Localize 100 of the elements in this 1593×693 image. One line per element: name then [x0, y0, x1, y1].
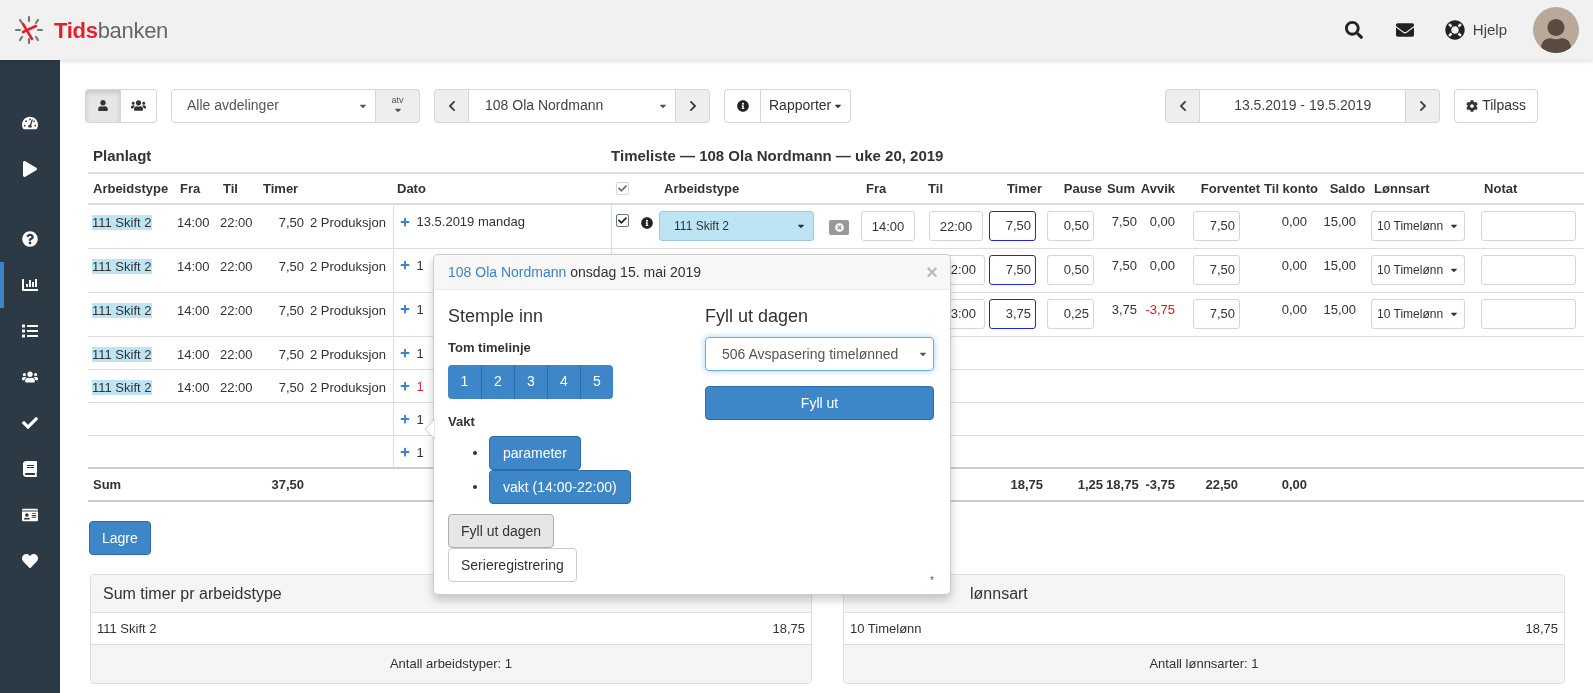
- section-heading: Stemple inn: [448, 305, 544, 327]
- person-icon: [98, 100, 108, 111]
- shift-button[interactable]: parameter: [489, 436, 581, 470]
- info-icon: [736, 99, 749, 112]
- pause-field[interactable]: 0,50: [1047, 254, 1095, 285]
- table-cell: 22:00: [220, 215, 253, 230]
- lifebuoy-icon[interactable]: [1444, 20, 1465, 40]
- sum-value: 37,50: [271, 476, 304, 492]
- book-icon: [22, 461, 38, 477]
- note-field[interactable]: [1481, 211, 1577, 241]
- avatar[interactable]: [1533, 7, 1579, 53]
- view-toggle-button[interactable]: [121, 88, 157, 123]
- reports-dropdown[interactable]: Rapporter: [761, 88, 852, 123]
- pause-field[interactable]: 0,50: [1047, 211, 1095, 241]
- employee-link[interactable]: 108 Ola Nordmann: [448, 261, 567, 283]
- table-cell: 14:00: [177, 379, 210, 395]
- column-header: Lønnsart: [1374, 180, 1430, 196]
- timeline-button[interactable]: 4: [547, 364, 580, 399]
- table-cell: 7,50: [278, 346, 304, 362]
- expected-field[interactable]: 7,50: [1193, 254, 1241, 285]
- hours-field[interactable]: 7,50: [989, 254, 1037, 285]
- panel-title: Sum timer pr arbeidstype: [103, 583, 282, 604]
- save-button[interactable]: Lagre: [89, 521, 151, 555]
- help-link[interactable]: Hjelp: [1472, 18, 1507, 42]
- column-header: Notat: [1484, 180, 1518, 196]
- hours-field[interactable]: 7,50: [989, 211, 1037, 241]
- wage-type-select[interactable]: 10 Timelønn: [1371, 298, 1466, 329]
- sum-value: 18,75: [1106, 476, 1139, 492]
- shift-button[interactable]: vakt (14:00-22:00): [489, 470, 631, 504]
- panel-row-label: 10 Timelønn: [850, 619, 922, 638]
- info-button[interactable]: [724, 88, 761, 123]
- timeline-button[interactable]: 2: [481, 364, 514, 399]
- timeline-button[interactable]: 1: [448, 364, 481, 399]
- table-cell: 0,00: [1281, 214, 1308, 229]
- sum-value: 1,25: [1077, 476, 1104, 492]
- table-cell: 14:00: [177, 258, 210, 274]
- pause-field[interactable]: 0,25: [1047, 298, 1095, 329]
- table-cell: 15,00: [1323, 214, 1357, 229]
- date-range-field[interactable]: 13.5.2019 - 19.5.2019: [1200, 88, 1406, 123]
- fill-day-button[interactable]: Fyll ut dagen: [448, 514, 555, 548]
- add-icon[interactable]: [399, 260, 410, 271]
- delete-button[interactable]: [829, 220, 850, 235]
- work-type-select[interactable]: 111 Skift 2: [659, 211, 815, 241]
- customize-button[interactable]: Tilpass: [1454, 88, 1538, 123]
- from-field[interactable]: 14:00: [861, 211, 916, 241]
- table-cell: 7,50: [1111, 257, 1138, 273]
- add-icon[interactable]: [399, 381, 410, 392]
- hours-field[interactable]: 3,75: [989, 298, 1037, 329]
- next-button[interactable]: [675, 88, 710, 123]
- search-icon[interactable]: [1344, 21, 1363, 39]
- previous-button[interactable]: [434, 88, 469, 123]
- section-heading: Fyll ut dagen: [705, 305, 810, 327]
- add-icon[interactable]: [399, 304, 410, 315]
- add-icon[interactable]: [399, 447, 410, 458]
- atv-button[interactable]: atv: [376, 88, 420, 123]
- logo-text: Tidsbanken: [54, 16, 169, 45]
- chevron-right-icon: [1417, 99, 1428, 112]
- table-cell: 14:00: [177, 215, 210, 230]
- column-header: Fra: [180, 180, 201, 196]
- to-field[interactable]: 22:00: [929, 211, 984, 241]
- add-icon[interactable]: [399, 348, 410, 359]
- date-text: 1: [416, 410, 424, 429]
- table-cell: 22:00: [220, 346, 253, 362]
- dashboard-icon: [22, 115, 38, 131]
- checkbox[interactable]: [616, 214, 630, 227]
- expected-field[interactable]: 7,50: [1193, 211, 1241, 241]
- note-field[interactable]: [1481, 254, 1577, 285]
- note-field[interactable]: [1481, 298, 1577, 329]
- gear-icon: [1466, 99, 1479, 112]
- next-week-button[interactable]: [1405, 88, 1441, 123]
- wage-type-select[interactable]: 10 Timelønn: [1371, 254, 1466, 285]
- series-button[interactable]: Serieregistrering: [448, 548, 577, 582]
- wage-type-select[interactable]: 10 Timelønn: [1371, 211, 1466, 241]
- absence-select[interactable]: 506 Avspasering timelønned: [705, 337, 934, 371]
- add-icon[interactable]: [399, 216, 410, 227]
- table-cell: 7,50: [278, 215, 304, 230]
- table-cell: 15,00: [1323, 301, 1357, 317]
- table-cell: 14:00: [177, 302, 210, 318]
- help-icon: [22, 231, 38, 247]
- mail-icon[interactable]: [1394, 21, 1415, 39]
- info-icon[interactable]: [640, 216, 653, 229]
- timeline-button[interactable]: 5: [580, 364, 613, 399]
- view-toggle-button[interactable]: [85, 88, 121, 123]
- fill-button[interactable]: Fyll ut: [705, 386, 934, 420]
- section-title: Planlagt: [93, 146, 152, 164]
- users-icon: [22, 369, 38, 385]
- date-text: 1: [416, 300, 424, 319]
- column-header: Til: [223, 180, 238, 196]
- add-icon[interactable]: [399, 414, 410, 425]
- department-select[interactable]: Alle avdelinger: [171, 88, 376, 123]
- timeline-button[interactable]: 3: [514, 364, 547, 399]
- column-header: Til konto: [1264, 180, 1318, 196]
- sum-label: Sum: [93, 476, 122, 492]
- employee-select[interactable]: 108 Ola Nordmann: [469, 88, 675, 123]
- previous-week-button[interactable]: [1165, 88, 1201, 123]
- table-cell: 0,00: [1281, 257, 1308, 273]
- panel-row-value: 18,75: [1525, 619, 1558, 638]
- table-cell: 15,00: [1323, 257, 1357, 273]
- expected-field[interactable]: 7,50: [1193, 298, 1241, 329]
- chevron-right-icon: [687, 99, 698, 112]
